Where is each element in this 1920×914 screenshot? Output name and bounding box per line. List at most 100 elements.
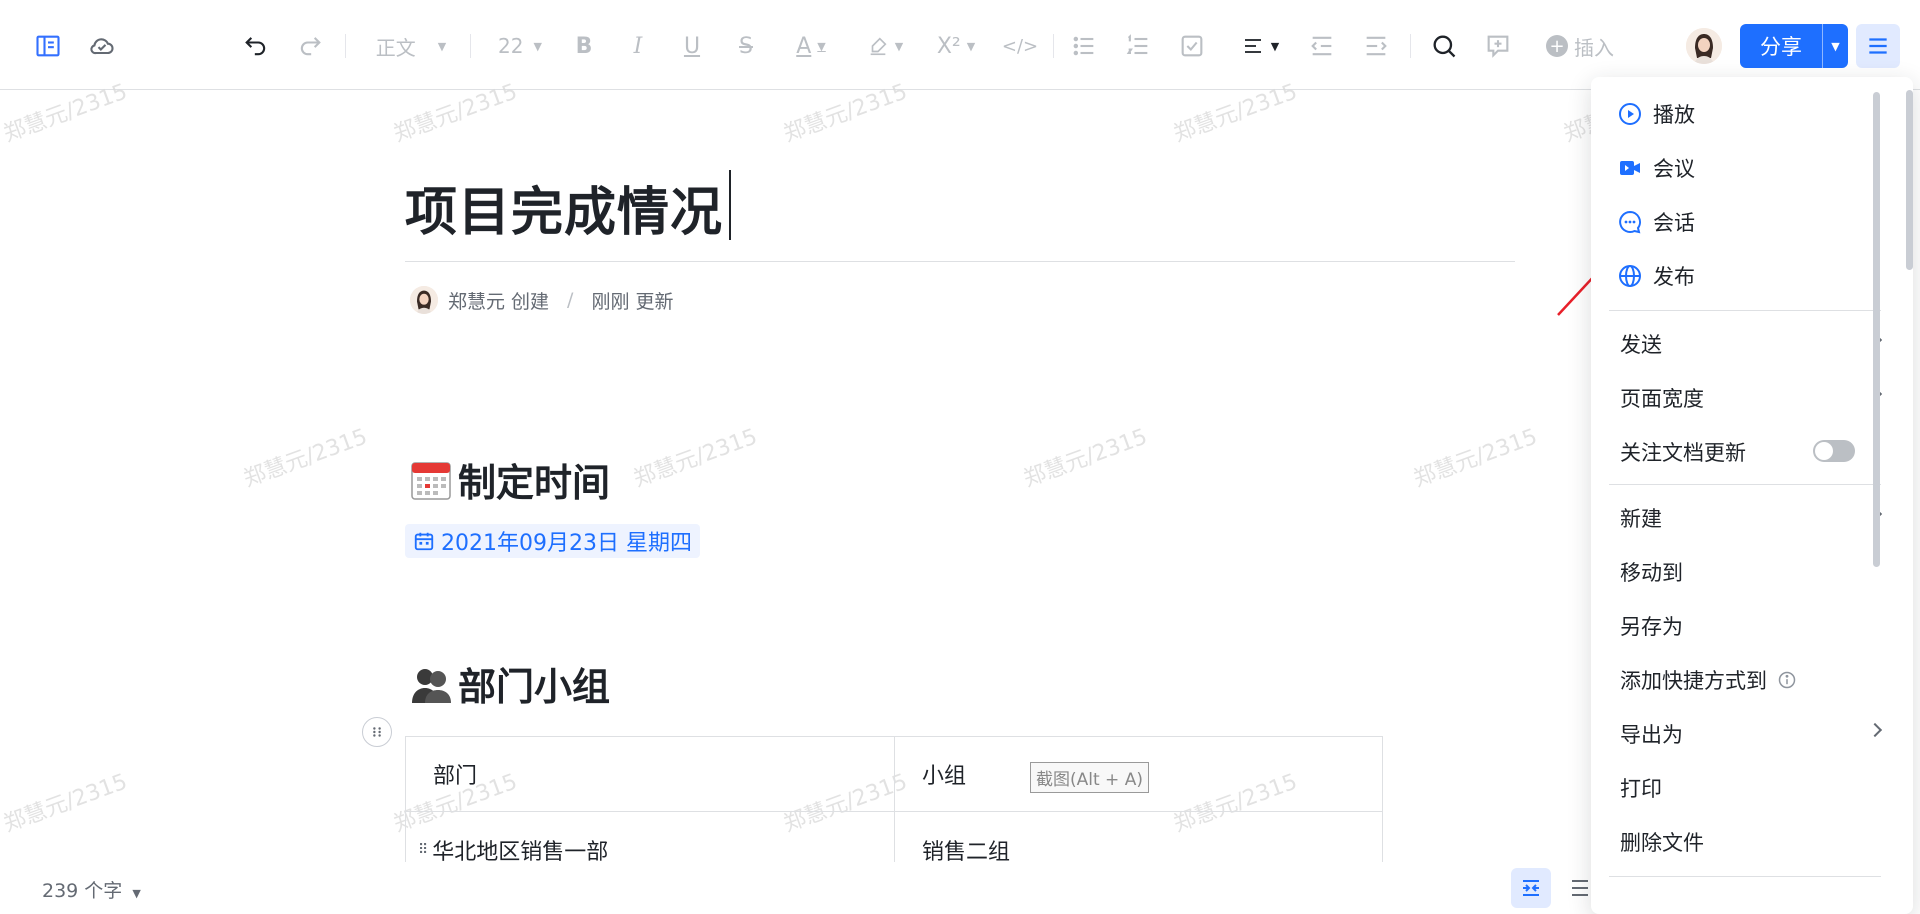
align-icon[interactable]: ▼ [1230,26,1290,66]
chevron-down-icon: ▼ [437,39,447,53]
doc-meta: 郑慧元 创建 / 刚刚 更新 [410,286,674,314]
menu-item-page-width[interactable]: 页面宽度 [1620,376,1890,420]
superscript-icon[interactable]: X² ▼ [930,26,982,66]
drag-handle-icon[interactable] [362,717,392,747]
undo-icon[interactable] [238,26,274,66]
checkbox-list-icon[interactable] [1174,26,1210,66]
italic-icon[interactable]: I [620,26,656,66]
fit-width-icon[interactable] [1511,868,1551,908]
plus-icon: + [1546,35,1568,57]
font-color-icon[interactable]: A ▼ [786,26,836,66]
table-header-cell[interactable]: 部门 [406,737,894,811]
info-icon[interactable] [1777,670,1797,690]
menu-divider [1609,484,1881,485]
creator-text: 郑慧元 创建 [448,290,550,313]
menu-divider [1609,310,1881,311]
menu-item-save-as[interactable]: 另存为 [1620,604,1683,648]
insert-label: 插入 [1574,35,1614,60]
underline-icon[interactable]: U [674,26,710,66]
outdent-icon[interactable] [1304,26,1340,66]
calendar-icon [410,459,452,501]
chevron-right-icon [1867,722,1883,738]
menu-item-print[interactable]: 打印 [1620,766,1662,810]
menu-item-label: 打印 [1620,777,1662,801]
menu-item-follow-updates[interactable]: 关注文档更新 [1620,430,1746,474]
video-icon [1617,155,1643,181]
section-heading-department[interactable]: 部门小组 [410,656,610,711]
menu-item-label: 发布 [1653,265,1695,289]
toolbar-divider [345,34,346,58]
share-label: 分享 [1760,35,1802,59]
cloud-saved-icon[interactable] [84,26,120,66]
menu-item-label: 另存为 [1620,615,1683,639]
full-width-icon[interactable] [1568,868,1592,908]
sidebar-toggle-icon[interactable] [30,26,66,66]
strikethrough-icon[interactable]: S [728,26,764,66]
search-icon[interactable] [1426,26,1462,66]
menu-item-send[interactable]: 发送 [1620,322,1890,366]
menu-item-new[interactable]: 新建 [1620,496,1890,540]
font-size-value: 22 [498,34,524,58]
more-menu: 播放 会议 会话 发布 发送 页面宽度 关注文档更新 新建 移动到 另存为 添加… [1591,77,1913,914]
menu-item-label: 关注文档更新 [1620,441,1746,465]
menu-scrollbar[interactable] [1873,92,1880,567]
share-button[interactable]: 分享 ▼ [1740,24,1848,68]
menu-item-export-as[interactable]: 导出为 [1620,712,1890,756]
share-dropdown-icon[interactable]: ▼ [1822,24,1848,68]
menu-item-meeting[interactable]: 会议 [1617,146,1695,190]
chat-icon [1617,209,1643,235]
menu-item-label: 新建 [1620,507,1662,531]
bold-icon[interactable]: B [566,26,602,66]
play-icon [1617,101,1643,127]
toolbar-divider [470,34,471,58]
more-menu-icon[interactable] [1856,24,1900,68]
watermark: 郑慧元/2315 [1410,424,1541,493]
date-mention[interactable]: 2021年09月23日 星期四 [405,524,700,558]
menu-item-label: 会话 [1653,211,1695,235]
menu-item-publish[interactable]: 发布 [1617,254,1695,298]
numbered-list-icon[interactable] [1120,26,1156,66]
indent-icon[interactable] [1358,26,1394,66]
follow-updates-toggle[interactable] [1813,440,1855,462]
row-drag-icon[interactable]: ⠿ [418,842,428,858]
menu-item-delete-file[interactable]: 删除文件 [1620,820,1704,864]
bullet-list-icon[interactable] [1066,26,1102,66]
globe-icon [1617,263,1643,289]
menu-item-label: 导出为 [1620,723,1683,747]
menu-item-label: 播放 [1653,103,1695,127]
highlight-icon[interactable]: ▼ [860,26,910,66]
menu-item-label: 页面宽度 [1620,387,1704,411]
text-style-select[interactable]: 正文 ▼ [366,26,456,66]
people-icon [410,663,452,705]
section-heading-text: 制定时间 [458,461,611,505]
menu-item-add-shortcut[interactable]: 添加快捷方式到 [1620,658,1797,702]
menu-item-label: 添加快捷方式到 [1620,669,1767,693]
watermark: 郑慧元/2315 [0,769,131,838]
chevron-down-icon: ▼ [132,887,141,900]
menu-item-move-to[interactable]: 移动到 [1620,550,1683,594]
creator-avatar[interactable] [410,286,438,314]
redo-icon[interactable] [292,26,328,66]
toolbar-divider [1053,34,1054,58]
watermark: 郑慧元/2315 [1020,424,1151,493]
menu-item-label: 移动到 [1620,561,1683,585]
text-style-value: 正文 [375,35,416,60]
watermark: 郑慧元/2315 [240,424,371,493]
title-divider [405,261,1515,262]
menu-item-label: 删除文件 [1620,831,1704,855]
watermark: 郑慧元/2315 [630,424,761,493]
code-icon[interactable]: </> [1000,26,1040,66]
word-count[interactable]: 239 个字 ▼ [42,876,141,903]
menu-item-play[interactable]: 播放 [1617,92,1695,136]
section-heading-schedule[interactable]: 制定时间 [410,452,610,507]
updated-text: 刚刚 更新 [591,290,674,313]
insert-button[interactable]: + 插入 [1540,26,1620,66]
font-size-select[interactable]: 22 ▼ [490,26,550,66]
menu-item-chat[interactable]: 会话 [1617,200,1695,244]
comment-icon[interactable] [1480,26,1516,66]
page-scrollbar[interactable] [1906,90,1913,270]
menu-item-label: 会议 [1653,157,1695,181]
page-title[interactable]: 项目完成情况 [405,170,723,245]
user-avatar[interactable] [1686,28,1722,64]
section-heading-text: 部门小组 [458,665,611,709]
